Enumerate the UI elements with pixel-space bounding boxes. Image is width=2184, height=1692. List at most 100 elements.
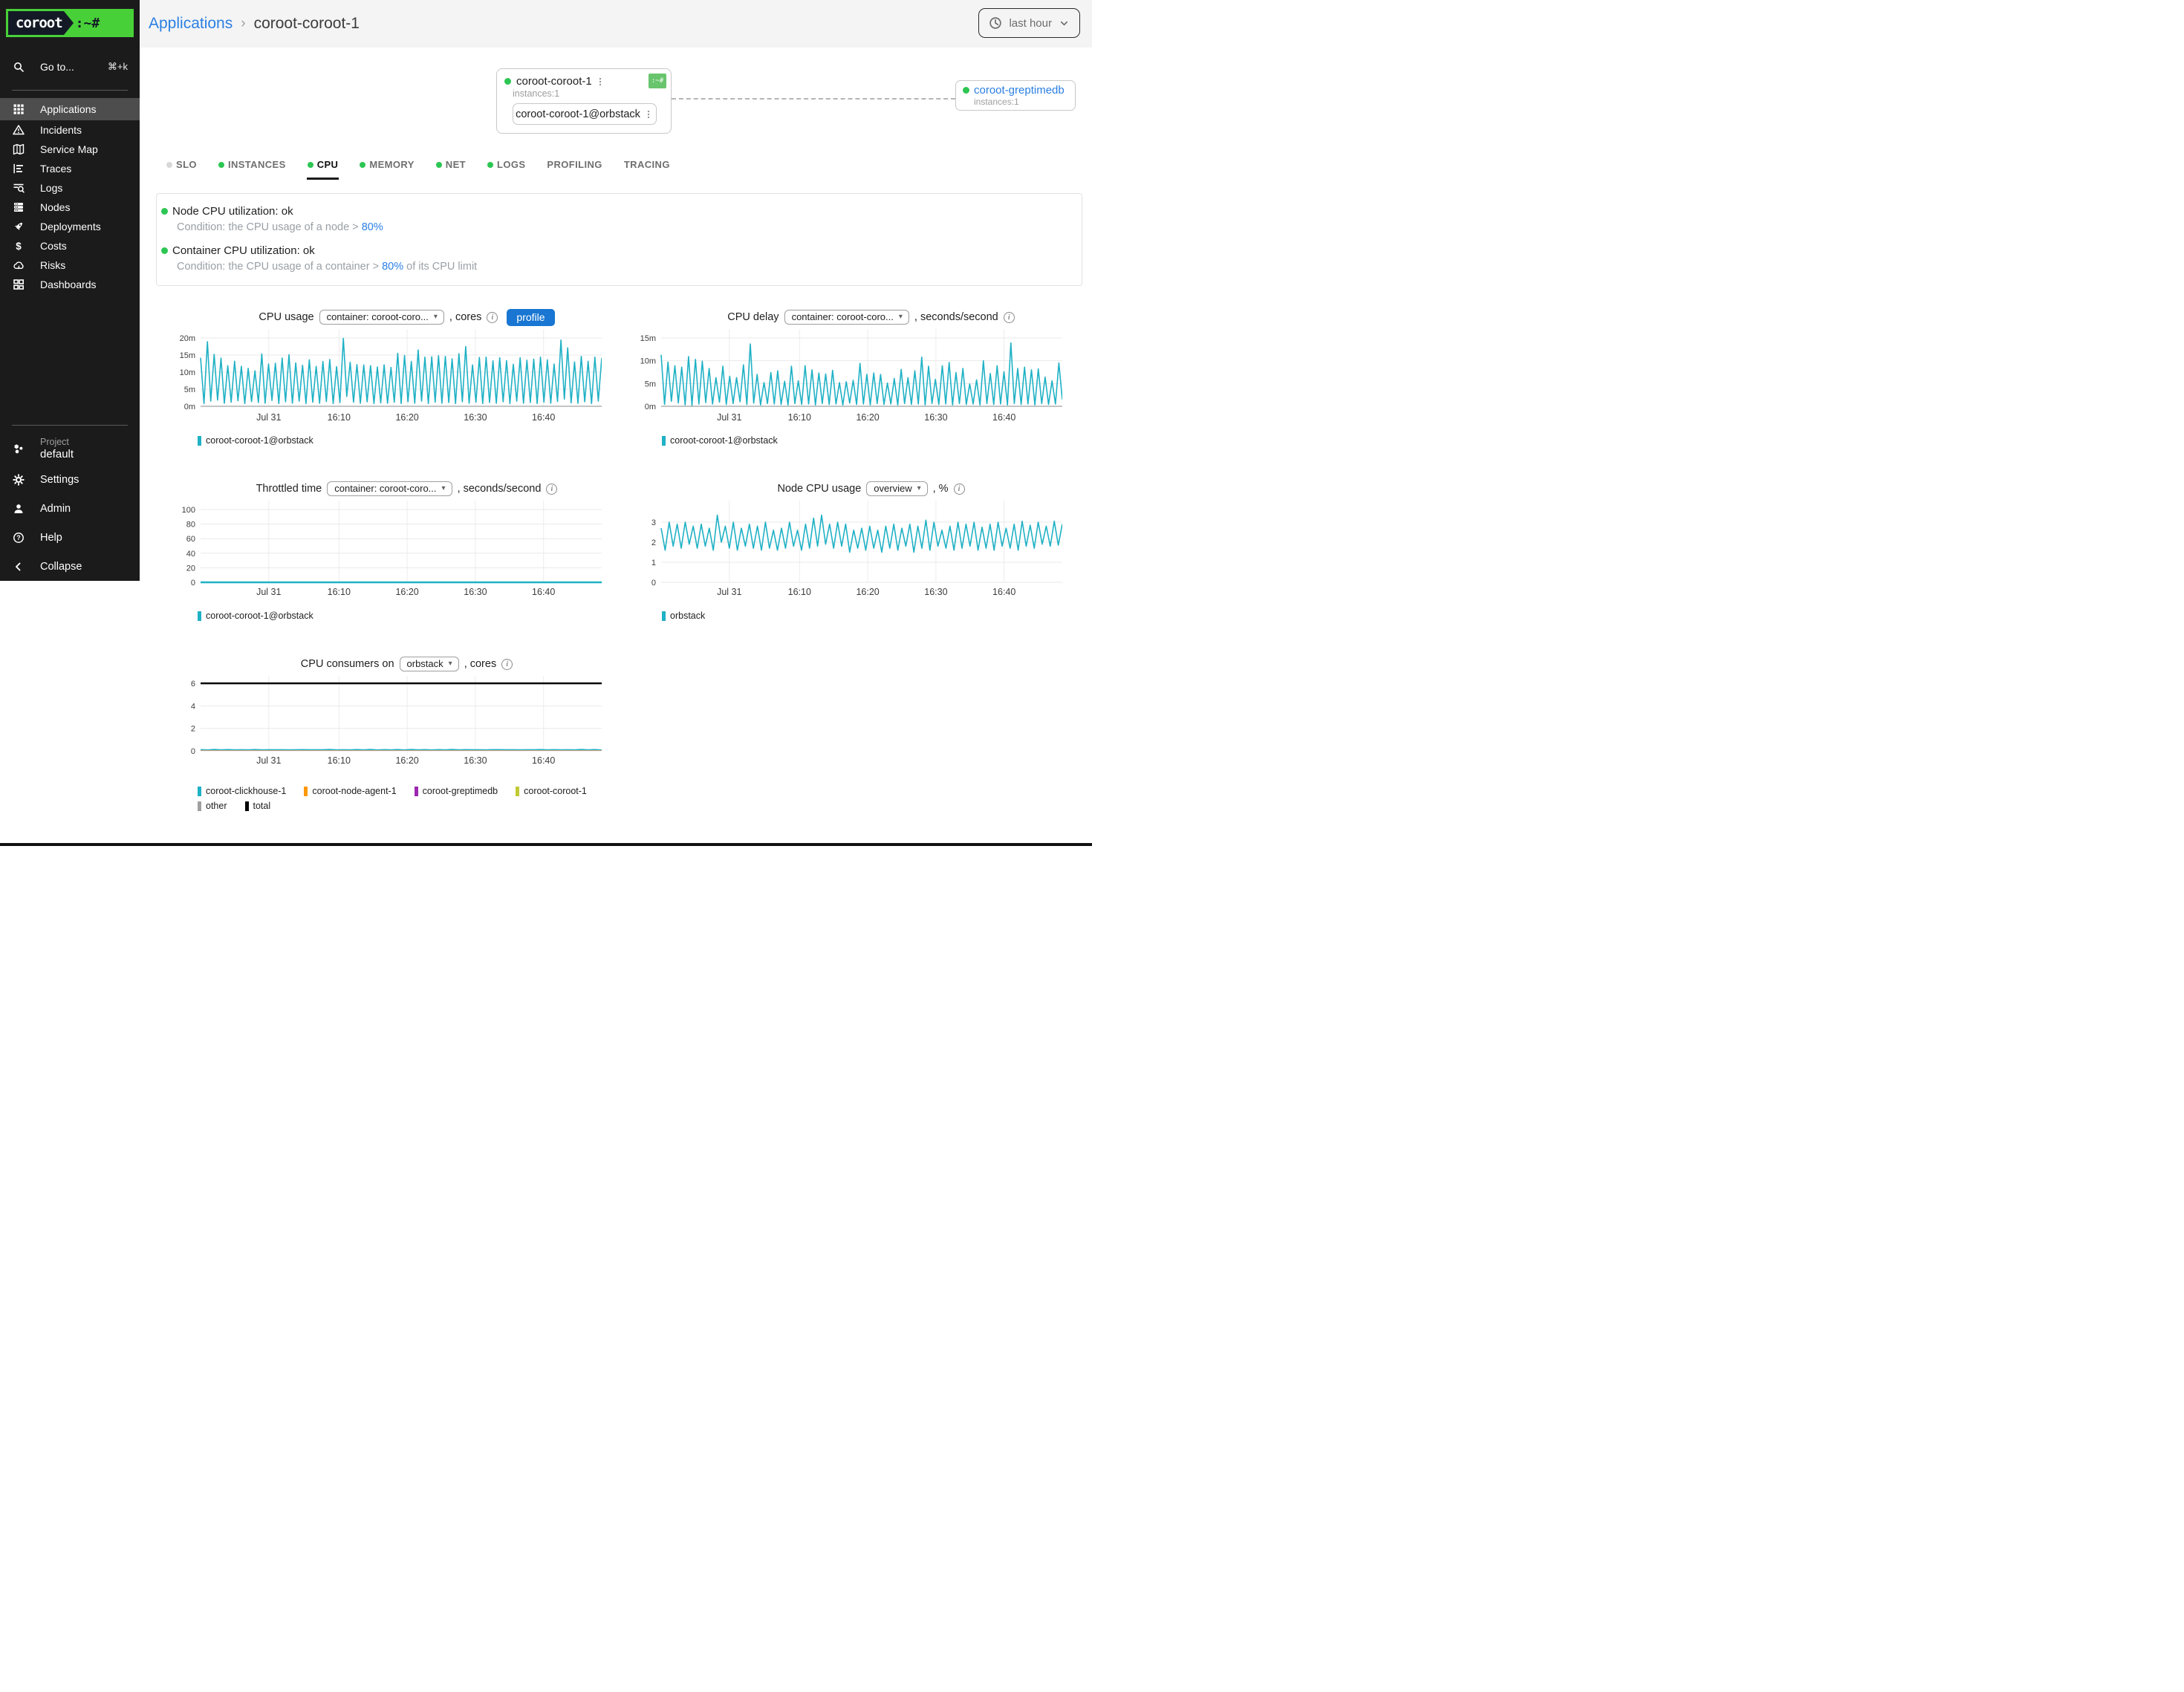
sidebar-item-dashboards[interactable]: Dashboards (0, 275, 140, 294)
threshold-link[interactable]: 80% (382, 261, 403, 273)
legend-label: coroot-coroot-1@orbstack (206, 611, 313, 621)
tab-label: SLO (176, 159, 197, 170)
collapse-icon (13, 561, 25, 573)
chart-plot-area[interactable]: Jul 3116:1016:2016:3016:400123 (631, 498, 1062, 602)
chart-metric-selector[interactable]: container: coroot-coro...▾ (319, 310, 444, 325)
time-range-selector[interactable]: last hour (978, 8, 1080, 38)
svg-text:3: 3 (651, 518, 656, 527)
legend-label: coroot-coroot-1@orbstack (206, 435, 313, 446)
sidebar-item-costs[interactable]: $Costs (0, 236, 140, 256)
instance-box[interactable]: coroot-coroot-1@orbstack (513, 103, 657, 125)
chart-plot-area[interactable]: Jul 3116:1016:2016:3016:400m5m10m15m (631, 326, 1062, 426)
svg-text:16:10: 16:10 (788, 412, 811, 423)
svg-text:Jul 31: Jul 31 (256, 755, 281, 766)
svg-text:10m: 10m (180, 368, 195, 377)
app-node-name: coroot-coroot-1 (516, 75, 592, 88)
sidebar-item-help[interactable]: ?Help (0, 523, 140, 552)
sidebar-item-applications[interactable]: Applications (0, 98, 140, 120)
info-icon[interactable]: i (546, 484, 557, 495)
check-status-dot (161, 247, 168, 254)
sidebar-item-traces[interactable]: Traces (0, 159, 140, 178)
legend-item-coroot-node-agent-1[interactable]: coroot-node-agent-1 (304, 786, 396, 796)
svg-text:0m: 0m (184, 403, 195, 411)
project-icon (13, 443, 25, 455)
sidebar-item-logs[interactable]: Logs (0, 178, 140, 198)
tab-tracing[interactable]: TRACING (623, 156, 671, 180)
legend-item-total[interactable]: total (245, 801, 271, 811)
tab-logs[interactable]: LOGS (487, 156, 526, 180)
chart-metric-selector[interactable]: orbstack▾ (400, 657, 459, 671)
legend-item-coroot-coroot-1-orbstack[interactable]: coroot-coroot-1@orbstack (198, 435, 313, 446)
svg-text:2: 2 (651, 538, 656, 547)
chart-node-cpu-usage: Node CPU usageoverview▾, %iJul 3116:1016… (624, 480, 1088, 621)
legend-item-coroot-coroot-1[interactable]: coroot-coroot-1 (516, 786, 587, 796)
legend-color-mark (245, 801, 249, 811)
sidebar-item-collapse[interactable]: Collapse (0, 552, 140, 581)
legend-item-coroot-greptimedb[interactable]: coroot-greptimedb (415, 786, 498, 796)
legend-item-coroot-coroot-1-orbstack[interactable]: coroot-coroot-1@orbstack (662, 435, 778, 446)
sidebar-item-service-map[interactable]: Service Map (0, 140, 140, 159)
svg-text:100: 100 (182, 506, 195, 515)
tab-memory[interactable]: MEMORY (359, 156, 415, 180)
tab-instances[interactable]: INSTANCES (218, 156, 287, 180)
sidebar-item-incidents[interactable]: Incidents (0, 120, 140, 140)
breadcrumb-current-page: coroot-coroot-1 (254, 15, 360, 33)
threshold-link[interactable]: 80% (362, 221, 383, 233)
chart-metric-selector[interactable]: container: coroot-coro...▾ (327, 481, 452, 496)
breadcrumb-applications-link[interactable]: Applications (149, 15, 233, 33)
instances-label: instances:1 (974, 97, 1075, 107)
sidebar-item-label: Incidents (40, 124, 82, 136)
chart-metric-selector[interactable]: overview▾ (866, 481, 927, 496)
goto-search[interactable]: Go to... ⌘+k (0, 53, 140, 80)
dependency-node-link[interactable]: coroot-greptimedb (974, 84, 1065, 97)
tab-profiling[interactable]: PROFILING (546, 156, 602, 180)
tab-slo[interactable]: SLO (166, 156, 198, 180)
legend-item-coroot-clickhouse-1[interactable]: coroot-clickhouse-1 (198, 786, 286, 796)
svg-text:0: 0 (651, 579, 656, 588)
sidebar-item-nodes[interactable]: Nodes (0, 198, 140, 217)
check-condition: Condition: the CPU usage of a container … (177, 261, 1067, 273)
coroot-logo[interactable]: coroot :~# (6, 9, 134, 37)
dependency-node-card[interactable]: coroot-greptimedb instances:1 (955, 80, 1076, 111)
tab-status-dot (436, 162, 442, 168)
chart-metric-selector[interactable]: container: coroot-coro...▾ (784, 310, 909, 325)
svg-text:16:40: 16:40 (532, 412, 555, 423)
tab-cpu[interactable]: CPU (307, 156, 339, 180)
legend-item-coroot-coroot-1-orbstack[interactable]: coroot-coroot-1@orbstack (198, 611, 313, 621)
coroot-mini-badge: :~# (649, 74, 666, 88)
svg-text:16:20: 16:20 (395, 412, 418, 423)
dependency-connector-line (672, 98, 955, 100)
info-icon[interactable]: i (1004, 312, 1015, 323)
svg-text:16:20: 16:20 (856, 412, 879, 423)
chart-plot-area[interactable]: Jul 3116:1016:2016:3016:400m5m10m15m20m (171, 326, 602, 426)
info-icon[interactable]: i (487, 312, 498, 323)
sidebar-item-settings[interactable]: Settings (0, 465, 140, 494)
sidebar-item-deployments[interactable]: Deployments (0, 217, 140, 236)
selector-value: container: coroot-coro... (327, 311, 429, 322)
sidebar-item-admin[interactable]: Admin (0, 494, 140, 523)
tab-net[interactable]: NET (435, 156, 467, 180)
legend-item-orbstack[interactable]: orbstack (662, 611, 705, 621)
legend-color-mark (198, 787, 201, 796)
profile-button[interactable]: profile (507, 309, 554, 326)
sidebar-item-project[interactable]: Project default (0, 432, 140, 465)
kebab-menu-icon[interactable] (643, 109, 654, 120)
status-dot (963, 87, 969, 94)
legend-color-mark (662, 436, 666, 446)
legend-item-other[interactable]: other (198, 801, 227, 811)
metric-tabs: SLO INSTANCES CPU MEMORY NET LOGS PROFILING TRA… (166, 156, 1092, 180)
tab-status-dot (360, 162, 365, 168)
info-icon[interactable]: i (954, 484, 965, 495)
sidebar-item-risks[interactable]: Risks (0, 256, 140, 275)
incidents-icon (13, 124, 25, 136)
chart-plot-area[interactable]: Jul 3116:1016:2016:3016:400246 (171, 673, 602, 777)
kebab-menu-icon[interactable] (595, 77, 605, 87)
tab-label: CPU (317, 159, 339, 170)
chart-plot-area[interactable]: Jul 3116:1016:2016:3016:40020406080100 (171, 498, 602, 602)
info-icon[interactable]: i (501, 659, 513, 670)
svg-text:16:30: 16:30 (464, 412, 487, 423)
app-node-card[interactable]: coroot-coroot-1 :~# instances:1 coroot-c… (496, 68, 672, 134)
svg-text:2: 2 (191, 725, 195, 734)
charts-grid: CPU usagecontainer: coroot-coro...▾, cor… (160, 308, 1092, 811)
tab-status-dot (308, 162, 313, 168)
